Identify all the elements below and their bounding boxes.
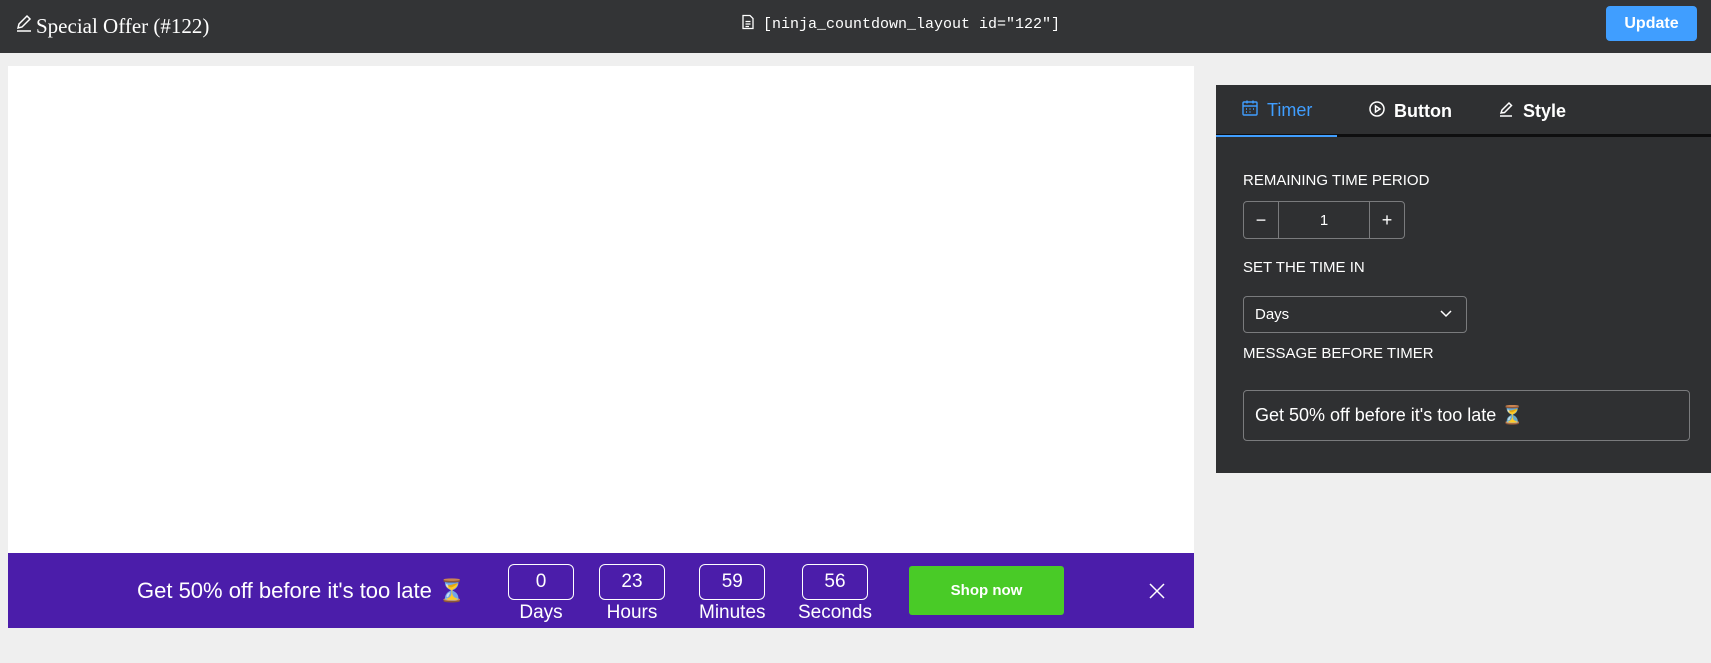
- countdown-seconds-label: Seconds: [798, 602, 872, 623]
- shortcode-text: [ninja_countdown_layout id="122"]: [763, 16, 1061, 33]
- top-bar: Special Offer (#122) [ninja_countdown_la…: [0, 0, 1711, 53]
- update-button[interactable]: Update: [1606, 6, 1697, 41]
- time-unit-select[interactable]: Days: [1243, 296, 1467, 333]
- countdown-hours: 23 Hours: [599, 564, 665, 624]
- increment-button[interactable]: +: [1370, 202, 1404, 238]
- set-time-label: SET THE TIME IN: [1243, 259, 1365, 276]
- countdown-minutes-label: Minutes: [699, 602, 766, 623]
- tab-button-label: Button: [1394, 100, 1452, 121]
- shortcode[interactable]: [ninja_countdown_layout id="122"]: [740, 14, 1060, 35]
- document-icon: [740, 14, 756, 35]
- settings-panel: Timer Button Style REMAINING TIME PERIOD…: [1216, 85, 1711, 473]
- remaining-time-input[interactable]: 1: [1278, 202, 1370, 238]
- remaining-time-stepper: − 1 +: [1243, 201, 1405, 239]
- message-before-label: MESSAGE BEFORE TIMER: [1243, 345, 1434, 362]
- tab-style-label: Style: [1523, 100, 1567, 121]
- pencil-icon: [1497, 100, 1515, 123]
- tab-timer[interactable]: Timer: [1216, 85, 1338, 137]
- page-title-text: Special Offer (#122): [36, 13, 210, 38]
- remaining-time-label: REMAINING TIME PERIOD: [1243, 172, 1430, 189]
- tab-style[interactable]: Style: [1497, 85, 1566, 137]
- decrement-button[interactable]: −: [1244, 202, 1278, 238]
- countdown-hours-value: 23: [599, 564, 665, 600]
- page-title: Special Offer (#122): [14, 13, 209, 39]
- close-icon[interactable]: [1147, 581, 1167, 601]
- countdown-bar: Get 50% off before it's too late ⏳ 0 Day…: [8, 553, 1194, 628]
- chevron-down-icon: [1438, 305, 1454, 325]
- countdown-seconds-value: 56: [801, 564, 868, 600]
- countdown-hours-label: Hours: [606, 602, 658, 623]
- countdown-message: Get 50% off before it's too late ⏳: [137, 578, 466, 603]
- settings-tabs: Timer Button Style: [1216, 85, 1711, 137]
- tab-button[interactable]: Button: [1368, 85, 1452, 137]
- countdown-minutes-value: 59: [699, 564, 766, 600]
- countdown-days: 0 Days: [508, 564, 574, 624]
- pencil-icon: [14, 13, 34, 39]
- play-circle-icon: [1368, 100, 1386, 123]
- tab-timer-label: Timer: [1267, 99, 1313, 120]
- calendar-icon: [1241, 99, 1259, 122]
- countdown-seconds: 56 Seconds: [798, 564, 872, 624]
- shop-now-button[interactable]: Shop now: [909, 566, 1064, 615]
- message-before-input[interactable]: Get 50% off before it's too late ⏳: [1243, 390, 1690, 441]
- countdown-minutes: 59 Minutes: [699, 564, 766, 624]
- time-unit-value: Days: [1255, 306, 1290, 323]
- countdown-days-label: Days: [519, 602, 563, 623]
- preview-canvas: Get 50% off before it's too late ⏳ 0 Day…: [8, 66, 1194, 628]
- countdown-days-value: 0: [508, 564, 574, 600]
